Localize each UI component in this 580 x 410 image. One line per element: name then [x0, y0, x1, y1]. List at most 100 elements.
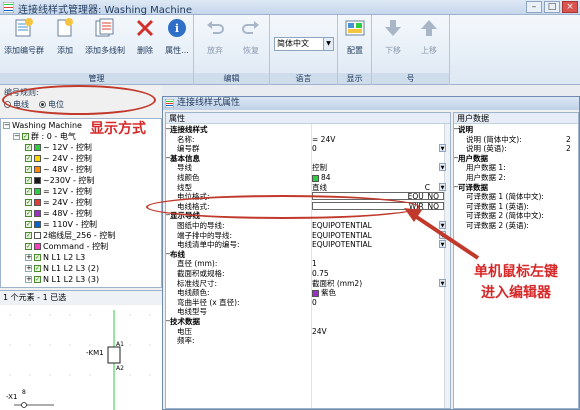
property-row[interactable]: 弯曲半径 (x 直径): 0 — [166, 298, 446, 307]
checkbox[interactable]: ✓ — [25, 221, 32, 228]
chevron-down-icon[interactable]: ▼ — [439, 182, 446, 191]
expand-icon[interactable]: + — [25, 276, 32, 283]
configure-button[interactable]: 配置 — [340, 17, 370, 56]
checkbox[interactable]: ✓ — [25, 199, 32, 206]
user-data-row[interactable]: 可译数据 2 (英语): — [454, 221, 578, 230]
property-row[interactable]: 电压 24V — [166, 327, 446, 336]
user-data-value[interactable]: 2 — [566, 135, 571, 144]
chevron-down-icon[interactable]: ▼ — [439, 144, 446, 153]
tree-item[interactable]: ✓ Command - 控制 — [25, 241, 108, 252]
user-data-category[interactable]: − 可译数据 — [454, 183, 578, 192]
collapse-icon[interactable]: − — [3, 122, 10, 129]
language-select[interactable]: 简体中文 ▼ — [274, 37, 334, 51]
property-value[interactable]: EQUIPOTENTIAL — [312, 221, 444, 230]
chevron-down-icon[interactable]: ▼ — [439, 240, 446, 249]
property-row[interactable]: 线型 直线 C ▼ — [166, 182, 446, 192]
tree-item[interactable]: ✓ ~ 12V - 控制 — [25, 142, 92, 153]
expand-icon[interactable]: + — [25, 265, 32, 272]
property-value[interactable]: = 24V — [312, 135, 444, 144]
property-row[interactable]: 线颜色 84 — [166, 173, 446, 182]
property-row[interactable]: 导线 控制 ▼ — [166, 163, 446, 172]
checkbox[interactable]: ✓ — [25, 210, 32, 217]
checkbox[interactable]: ✓ — [34, 254, 41, 261]
property-row[interactable]: 电线清单中的编号: EQUIPOTENTIAL ▼ — [166, 240, 446, 249]
chevron-down-icon[interactable]: ▼ — [439, 163, 446, 172]
user-data-row[interactable]: 用户数据 2: — [454, 173, 578, 182]
add-multiline-button[interactable]: 添加多线制 — [80, 17, 130, 56]
undo-button[interactable]: 放弃 — [200, 17, 230, 56]
user-data-row[interactable]: 可译数据 1 (简体中文): — [454, 192, 578, 201]
property-row[interactable]: 标准线尺寸: 截面积 (mm2) ▼ — [166, 278, 446, 288]
property-row[interactable]: 电线型号 — [166, 307, 446, 316]
checkbox[interactable]: ✓ — [34, 276, 41, 283]
property-value[interactable]: 0.75 — [312, 269, 444, 278]
property-row[interactable]: 直径 (mm): 1 — [166, 259, 446, 268]
user-data-row[interactable]: 可译数据 1 (英语): — [454, 202, 578, 211]
tree-item[interactable]: ✓ = 48V - 控制 — [25, 208, 92, 219]
checkbox[interactable]: ✓ — [25, 188, 32, 195]
tree-item-expandable[interactable]: + ✓ N L1 L2 L3 — [25, 252, 85, 263]
tree-group[interactable]: − ✓ 群 : 0 - 电气 — [13, 131, 76, 142]
tree-item-expandable[interactable]: + ✓ N L1 L2 L3 (3) — [25, 274, 99, 285]
tree-item[interactable]: ✓ = 12V - 控制 — [25, 186, 92, 197]
tree-root[interactable]: − Washing Machine — [3, 120, 82, 131]
user-data-row[interactable]: 用户数据 1: — [454, 163, 578, 172]
property-row[interactable]: 端子排中的导线: EQUIPOTENTIAL ▼ — [166, 230, 446, 240]
property-category[interactable]: − 连接线样式 — [166, 125, 446, 134]
user-data-row[interactable]: 说明 (简体中文): 2 — [454, 135, 578, 144]
properties-button[interactable]: i 属性... — [162, 17, 192, 56]
chevron-down-icon[interactable]: ▼ — [439, 278, 446, 287]
property-category[interactable]: − 布线 — [166, 250, 446, 259]
tree-item[interactable]: ✓ = 24V - 控制 — [25, 197, 92, 208]
checkbox[interactable]: ✓ — [25, 243, 32, 250]
checkbox[interactable]: ✓ — [25, 177, 32, 184]
user-data-category[interactable]: − 说明 — [454, 125, 578, 134]
property-row[interactable]: 名称: = 24V — [166, 135, 446, 144]
tree-item[interactable]: ✓ = 110V - 控制 — [25, 219, 97, 230]
property-value[interactable]: 紫色 — [312, 288, 444, 297]
tree-item[interactable]: ✓ 2缩线层_256 - 控制 — [25, 230, 115, 241]
expand-icon[interactable]: + — [25, 254, 32, 261]
property-value[interactable]: 0 — [312, 144, 444, 153]
checkbox[interactable]: ✓ — [25, 232, 32, 239]
property-value[interactable]: 0 — [312, 298, 444, 307]
property-row[interactable]: 电线颜色: 紫色 — [166, 288, 446, 297]
tree-item[interactable]: ✓ ~ 24V - 控制 — [25, 153, 92, 164]
close-button[interactable]: × — [562, 1, 578, 13]
chevron-down-icon[interactable]: ▼ — [439, 221, 446, 229]
add-button[interactable]: 添加 — [52, 17, 78, 56]
chevron-down-icon[interactable]: ▼ — [439, 230, 446, 239]
property-category[interactable]: − 技术数据 — [166, 317, 446, 326]
add-numbering-group-button[interactable]: 添加编号群 — [2, 17, 46, 56]
checkbox[interactable]: ✓ — [25, 166, 32, 173]
tree-item[interactable]: ✓ ~230V - 控制 — [25, 175, 94, 186]
move-down-button[interactable]: 下移 — [378, 17, 408, 56]
tree-item-expandable[interactable]: + ✓ N L1 L2 L3 (2) — [25, 263, 99, 274]
property-row[interactable]: 编号群 0 ▼ — [166, 144, 446, 153]
property-row[interactable]: 频率: — [166, 336, 446, 345]
redo-button[interactable]: 恢复 — [236, 17, 266, 56]
checkbox[interactable]: ✓ — [25, 155, 32, 162]
delete-button[interactable]: 删除 — [132, 17, 158, 56]
property-category[interactable]: − 基本信息 — [166, 154, 446, 163]
property-value[interactable]: 控制 — [312, 163, 444, 172]
collapse-icon[interactable]: − — [13, 133, 20, 140]
maximize-button[interactable]: □ — [544, 1, 560, 13]
checkbox[interactable]: ✓ — [22, 133, 29, 140]
user-data-row[interactable]: 可译数据 2 (简体中文): — [454, 211, 578, 220]
user-data-row[interactable]: 说明 (英语): 2 — [454, 144, 578, 153]
property-row[interactable]: 图纸中的导线: EQUIPOTENTIAL ▼ — [166, 221, 446, 230]
checkbox[interactable]: ✓ — [25, 144, 32, 151]
move-up-button[interactable]: 上移 — [414, 17, 444, 56]
minimize-button[interactable]: – — [526, 1, 542, 13]
property-value[interactable]: EQUIPOTENTIAL — [312, 240, 444, 249]
property-value[interactable]: 截面积 (mm2) — [312, 279, 444, 288]
property-value[interactable]: EQUIPOTENTIAL — [312, 231, 444, 240]
property-value[interactable]: 直线 C — [312, 183, 444, 192]
property-value[interactable]: 1 — [312, 259, 444, 268]
checkbox[interactable]: ✓ — [34, 265, 41, 272]
property-row[interactable]: 截面积或规格: 0.75 — [166, 269, 446, 278]
tree-item[interactable]: ✓ ~ 48V - 控制 — [25, 164, 92, 175]
property-value[interactable]: 84 — [312, 173, 444, 182]
user-data-category[interactable]: − 用户数据 — [454, 154, 578, 163]
